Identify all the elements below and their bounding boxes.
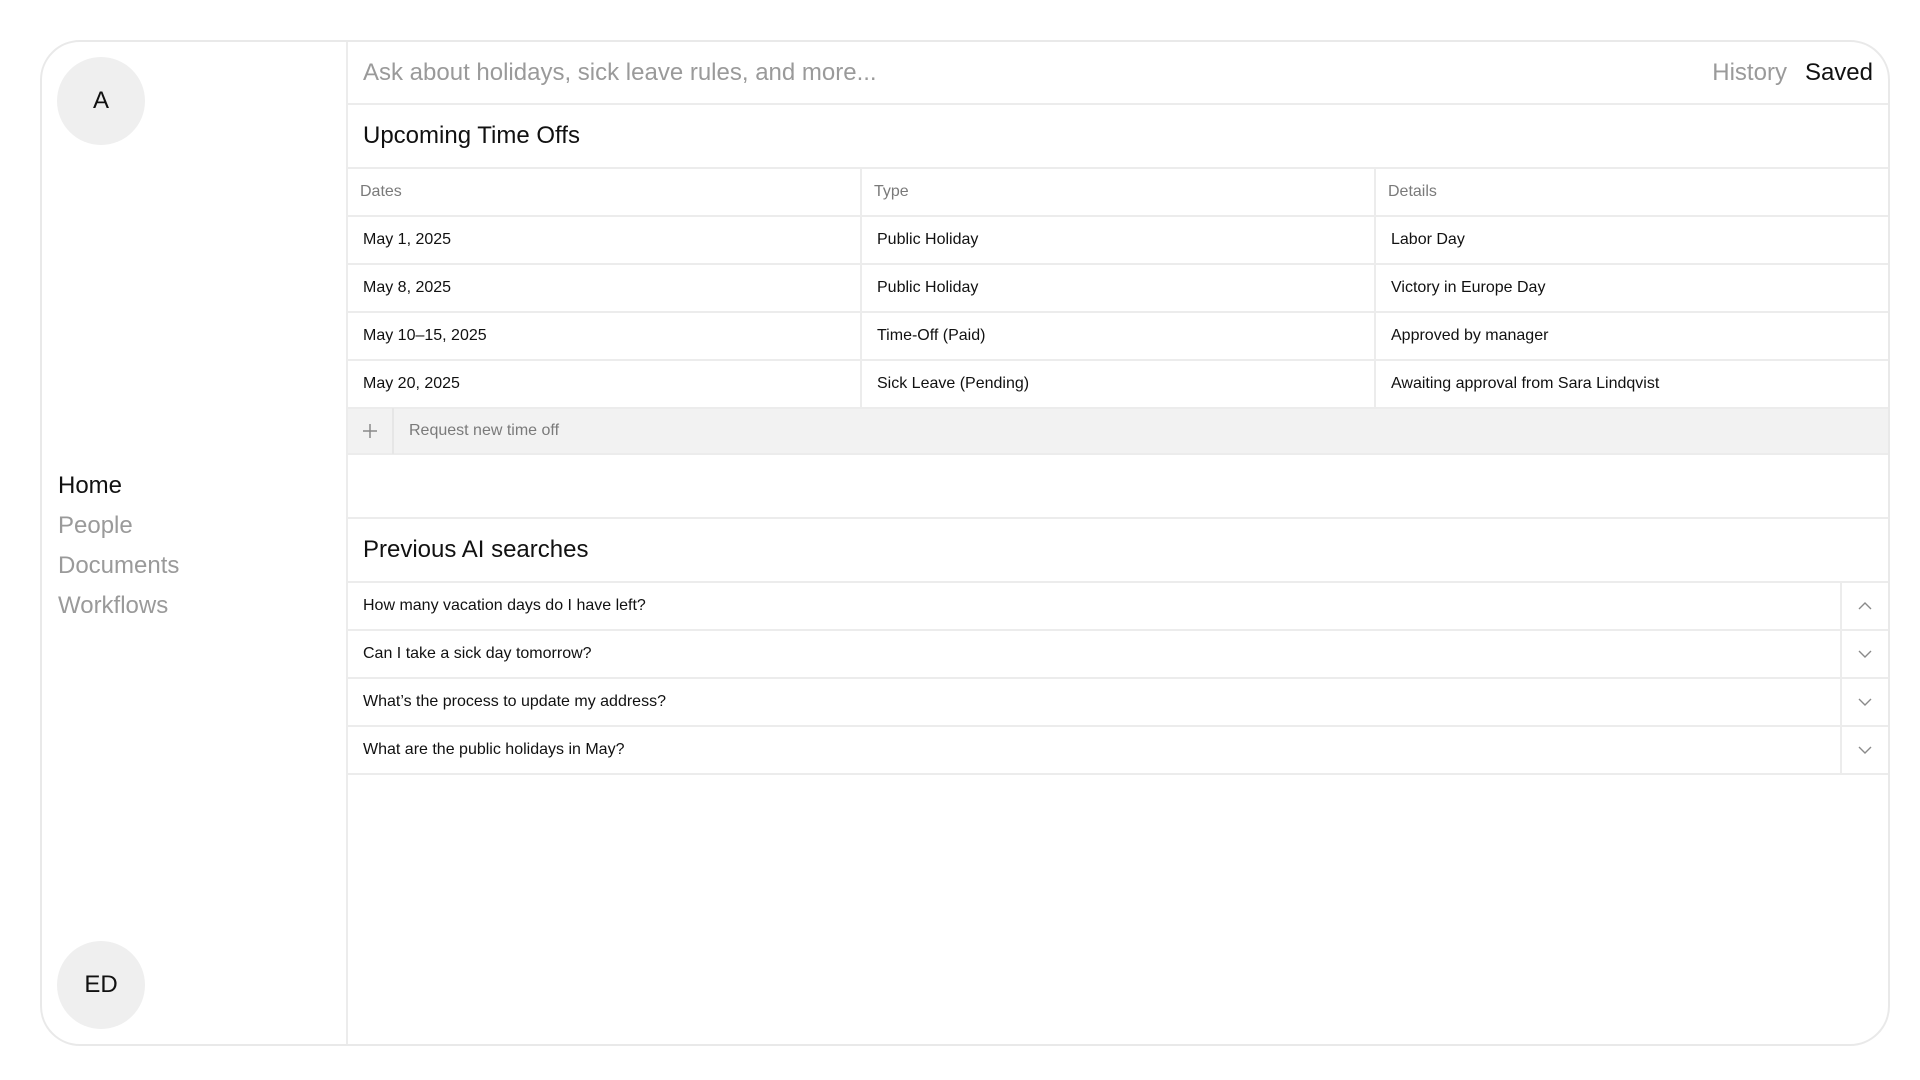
user-avatar[interactable]: A xyxy=(57,57,145,145)
timeoffs-table: Dates Type Details May 1, 2025 Public Ho… xyxy=(348,169,1888,455)
sidebar-item-workflows[interactable]: Workflows xyxy=(58,586,179,626)
plus-icon[interactable] xyxy=(348,408,394,454)
list-item[interactable]: What are the public holidays in May? xyxy=(348,727,1888,775)
list-item[interactable]: Can I take a sick day tomorrow? xyxy=(348,631,1888,679)
list-item[interactable]: What’s the process to update my address? xyxy=(348,679,1888,727)
request-time-off-row[interactable]: Request new time off xyxy=(348,408,1888,455)
table-row[interactable]: May 8, 2025 Public Holiday Victory in Eu… xyxy=(348,265,1888,313)
sidebar-item-documents[interactable]: Documents xyxy=(58,546,179,586)
search-question[interactable]: Can I take a sick day tomorrow? xyxy=(348,631,1840,677)
column-header-details: Details xyxy=(1388,183,1437,200)
search-input[interactable] xyxy=(363,58,1695,87)
sidebar: A Home People Documents Workflows ED xyxy=(42,42,348,1044)
cell-type: Time-Off (Paid) xyxy=(862,313,1376,359)
sidebar-nav: Home People Documents Workflows xyxy=(58,466,179,626)
table-row[interactable]: May 20, 2025 Sick Leave (Pending) Awaiti… xyxy=(348,361,1888,409)
table-row[interactable]: May 10–15, 2025 Time-Off (Paid) Approved… xyxy=(348,313,1888,361)
search-bar: History Saved xyxy=(348,42,1888,105)
cell-details: Approved by manager xyxy=(1391,327,1549,344)
cell-details: Victory in Europe Day xyxy=(1391,279,1546,296)
main-content: History Saved Upcoming Time Offs Dates T… xyxy=(348,42,1888,1044)
cell-details: Labor Day xyxy=(1391,231,1465,248)
sidebar-item-home[interactable]: Home xyxy=(58,466,179,506)
cell-type: Public Holiday xyxy=(862,265,1376,311)
sidebar-item-people[interactable]: People xyxy=(58,506,179,546)
column-header-dates: Dates xyxy=(348,169,862,215)
table-header-row: Dates Type Details xyxy=(348,169,1888,217)
app-window: A Home People Documents Workflows ED His… xyxy=(40,40,1890,1046)
chevron-down-icon[interactable] xyxy=(1840,679,1888,725)
cell-dates: May 10–15, 2025 xyxy=(348,313,862,359)
request-time-off-button[interactable]: Request new time off xyxy=(394,422,559,440)
searches-list: How many vacation days do I have left? C… xyxy=(348,583,1888,775)
cell-dates: May 8, 2025 xyxy=(348,265,862,311)
search-question[interactable]: What are the public holidays in May? xyxy=(348,727,1840,773)
section-divider xyxy=(348,455,1888,519)
timeoffs-title: Upcoming Time Offs xyxy=(348,105,1888,169)
cell-dates: May 20, 2025 xyxy=(348,361,862,407)
cell-type: Sick Leave (Pending) xyxy=(862,361,1376,407)
search-question[interactable]: What’s the process to update my address? xyxy=(348,679,1840,725)
tab-saved[interactable]: Saved xyxy=(1805,59,1873,87)
tab-history[interactable]: History xyxy=(1712,59,1787,87)
chevron-up-icon[interactable] xyxy=(1840,583,1888,629)
column-header-type: Type xyxy=(862,169,1376,215)
table-row[interactable]: May 1, 2025 Public Holiday Labor Day xyxy=(348,217,1888,265)
profile-avatar[interactable]: ED xyxy=(57,941,145,1029)
cell-dates: May 1, 2025 xyxy=(348,217,862,263)
cell-type: Public Holiday xyxy=(862,217,1376,263)
chevron-down-icon[interactable] xyxy=(1840,727,1888,773)
cell-details: Awaiting approval from Sara Lindqvist xyxy=(1391,375,1660,392)
searches-title: Previous AI searches xyxy=(348,519,1888,583)
chevron-down-icon[interactable] xyxy=(1840,631,1888,677)
search-question[interactable]: How many vacation days do I have left? xyxy=(348,583,1840,629)
list-item[interactable]: How many vacation days do I have left? xyxy=(348,583,1888,631)
